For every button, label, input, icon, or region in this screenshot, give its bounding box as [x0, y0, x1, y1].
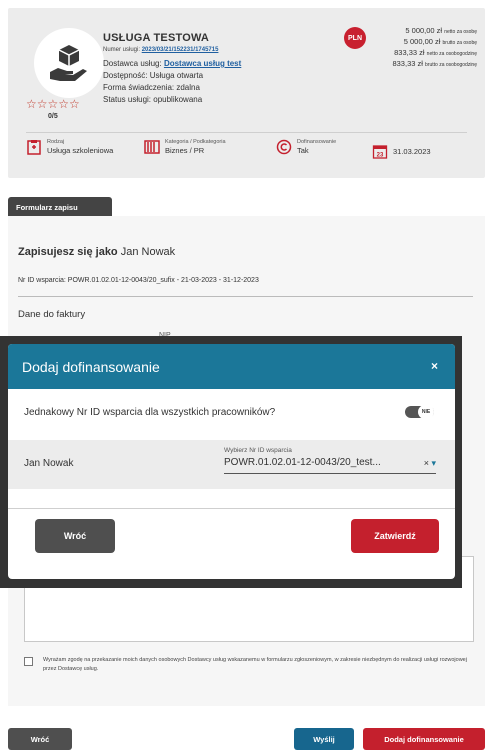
signed-in-as-name: Jan Nowak [117, 246, 176, 258]
caret-down-icon[interactable]: ▾ [431, 458, 436, 468]
meta-funding-value: Tak [297, 146, 309, 155]
service-title: USŁUGA TESTOWA [103, 32, 210, 44]
consent-text: Wyrażam zgodę na przekazanie moich danyc… [43, 657, 467, 672]
meta-type-label: Rodzaj [47, 139, 65, 145]
support-id-select[interactable]: POWR.01.02.01-12-0043/20_test... × ▾ [224, 457, 436, 474]
same-id-question: Jednakowy Nr ID wsparcia dla wszystkich … [24, 407, 276, 418]
service-avatar [34, 28, 104, 98]
hand-box-icon [50, 45, 87, 81]
price-gross-person: 5 000,00 zł brutto za osobę [403, 37, 477, 46]
meta-type-value: Usługa szkoleniowa [47, 146, 114, 155]
support-id-text: Nr ID wsparcia: POWR.01.02.01-12-0043/20… [18, 277, 259, 284]
provider-link[interactable]: Dostawca usług test [164, 59, 241, 68]
rating-stars: ☆☆☆☆☆ [26, 97, 80, 111]
close-icon[interactable]: × [431, 359, 438, 373]
price-list: 5 000,00 zł netto za osobę 5 000,00 zł b… [392, 26, 477, 70]
signed-in-as-label: Zapisujesz się jako [18, 246, 118, 258]
price-net-hour: 833,33 zł netto za osobogodzinę [394, 48, 477, 57]
meta-category-label: Kategoria / Podkategoria [165, 139, 226, 145]
employee-row: Jan Nowak Wybierz Nr ID wsparcia POWR.01… [8, 440, 455, 489]
service-number: Numer usługi: 2023/03/21/152231/1745715 [103, 47, 218, 53]
meta-funding: Dofinansowanie Tak [276, 139, 336, 155]
form-divider [18, 296, 473, 297]
select-controls: × ▾ [424, 458, 436, 469]
clear-icon[interactable]: × [424, 458, 429, 468]
card-divider [26, 132, 467, 133]
add-funding-button[interactable]: Dodaj dofinansowanie [363, 728, 485, 750]
send-button[interactable]: Wyślij [294, 728, 354, 750]
service-number-label: Numer usługi: [103, 47, 141, 53]
service-card: ☆☆☆☆☆ 0/5 USŁUGA TESTOWA Numer usługi: 2… [8, 8, 485, 178]
price-net-person: 5 000,00 zł netto za osobę [405, 26, 477, 35]
meta-category: Kategoria / Podkategoria Biznes / PR [144, 139, 226, 155]
same-id-toggle[interactable]: NIE [405, 405, 434, 419]
employee-name: Jan Nowak [24, 458, 74, 469]
meta-date: 23 31.03.2023 [372, 143, 431, 159]
provider-label: Dostawca usług: [103, 59, 162, 68]
meta-category-value: Biznes / PR [165, 146, 205, 155]
service-availability: Dostępność: Usługa otwarta [103, 71, 204, 80]
add-funding-modal: Dodaj dofinansowanie × Jednakowy Nr ID w… [8, 344, 455, 579]
consent-row: Wyrażam zgodę na przekazanie moich danyc… [24, 656, 479, 674]
meta-type: Rodzaj Usługa szkoleniowa [26, 139, 113, 155]
support-id-select-label: Wybierz Nr ID wsparcia [224, 447, 292, 454]
service-number-link[interactable]: 2023/03/21/152231/1745715 [142, 47, 219, 53]
back-button[interactable]: Wróć [8, 728, 72, 750]
modal-title: Dodaj dofinansowanie [22, 358, 160, 375]
modal-header: Dodaj dofinansowanie [8, 344, 455, 389]
service-form: Forma świadczenia: zdalna [103, 83, 200, 92]
service-provider: Dostawca usług: Dostawca usług test [103, 59, 241, 68]
signed-in-as: Zapisujesz się jako Jan Nowak [18, 246, 175, 258]
copyright-icon [276, 139, 292, 155]
support-id-select-value: POWR.01.02.01-12-0043/20_test... [224, 457, 381, 468]
books-icon [144, 140, 160, 154]
invoice-heading: Dane do faktury [18, 309, 86, 320]
modal-back-button[interactable]: Wróć [35, 519, 115, 553]
modal-confirm-button[interactable]: Zatwierdź [351, 519, 439, 553]
price-gross-hour: 833,33 zł brutto za osobogodzinę [392, 59, 477, 68]
toggle-knob: NIE [418, 405, 434, 419]
calendar-icon: 23 [372, 145, 388, 159]
modal-divider [8, 508, 455, 509]
tab-registration-form[interactable]: Formularz zapisu [8, 197, 112, 216]
rating-value: 0/5 [48, 113, 58, 120]
service-status: Status usługi: opublikowana [103, 95, 203, 104]
meta-date-value: 31.03.2023 [393, 147, 431, 156]
currency-badge: PLN [344, 27, 366, 49]
meta-funding-label: Dofinansowanie [297, 139, 337, 145]
consent-checkbox[interactable] [24, 657, 33, 666]
clipboard-icon [27, 140, 41, 155]
calendar-day: 23 [377, 153, 384, 159]
